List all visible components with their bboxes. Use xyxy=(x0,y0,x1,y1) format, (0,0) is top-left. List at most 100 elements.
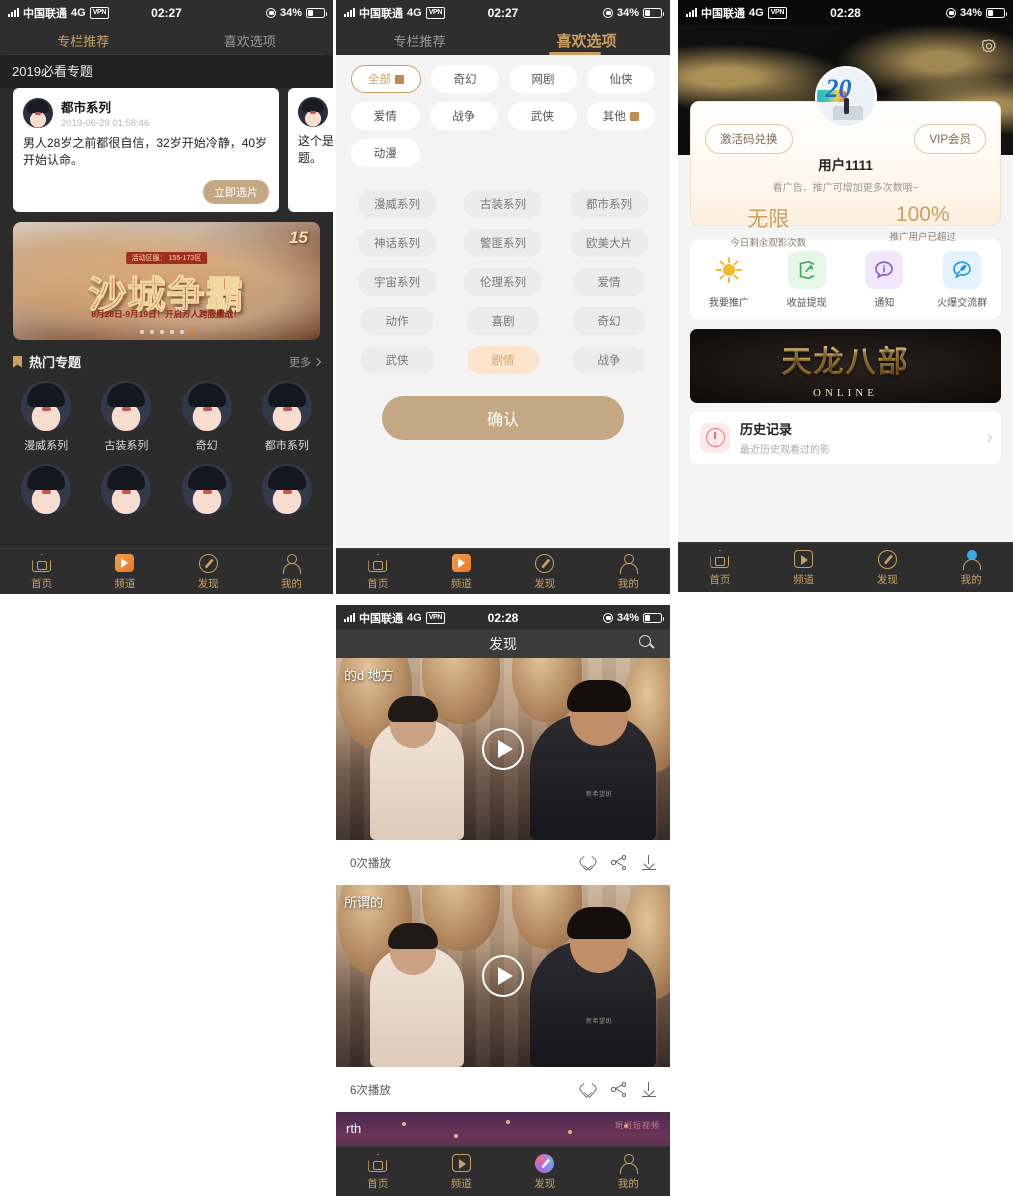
hot-topics-title: 热门专题 xyxy=(29,355,82,370)
tag-item[interactable]: 奇幻 xyxy=(573,307,645,335)
tag-item[interactable]: 宇宙系列 xyxy=(358,268,436,296)
carrier-label: 中国联通 xyxy=(701,7,745,20)
tabbar-item-home[interactable]: 首页 xyxy=(678,548,762,587)
play-button[interactable] xyxy=(482,955,524,997)
topic-card-next[interactable]: 这个是专题。 xyxy=(288,88,333,212)
topic-card[interactable]: 都市系列 2019-06-29 01:58:46 男人28岁之前都很自信，32岁… xyxy=(13,88,279,212)
tabbar-item-discover[interactable]: 发现 xyxy=(503,552,587,591)
tabbar-item-home[interactable]: 首页 xyxy=(336,1152,420,1191)
quick-action-notifications[interactable]: 通知 xyxy=(846,251,924,309)
profile-icon xyxy=(250,552,333,574)
tabbar-item-channel[interactable]: 频道 xyxy=(83,552,166,591)
battery-percent: 34% xyxy=(959,6,982,19)
heart-icon[interactable] xyxy=(580,1083,595,1097)
download-icon[interactable] xyxy=(642,855,656,870)
tabbar-item-discover[interactable]: 发现 xyxy=(167,552,250,591)
chip-label: 奇幻 xyxy=(453,74,477,86)
tabbar-item-discover[interactable]: 发现 xyxy=(846,548,930,587)
tabbar-item-home[interactable]: 首页 xyxy=(0,552,83,591)
play-button[interactable] xyxy=(482,728,524,770)
topic-card-carousel[interactable]: 都市系列 2019-06-29 01:58:46 男人28岁之前都很自信，32岁… xyxy=(0,88,333,212)
tag-item[interactable]: 漫威系列 xyxy=(358,190,436,218)
video-thumbnail[interactable]: 新希望斑 的d 地方 xyxy=(336,658,670,840)
chip-label: 网剧 xyxy=(531,74,555,86)
tabbar-item-discover[interactable]: 发现 xyxy=(503,1152,587,1191)
chip-romance[interactable]: 爱情 xyxy=(351,102,420,130)
tab-favorite-options[interactable]: 喜欢选项 xyxy=(503,30,670,51)
swatch-icon xyxy=(395,74,404,84)
tabbar-item-profile[interactable]: 我的 xyxy=(250,552,333,591)
tab-column-recommend[interactable]: 专栏推荐 xyxy=(0,31,167,50)
grid-item[interactable] xyxy=(167,464,247,519)
search-icon[interactable] xyxy=(639,635,656,652)
tag-item[interactable]: 爱情 xyxy=(573,268,645,296)
tabbar-item-channel[interactable]: 频道 xyxy=(762,548,846,587)
tag-item[interactable]: 神话系列 xyxy=(358,229,436,257)
chip-anime[interactable]: 动漫 xyxy=(351,139,420,167)
tabbar-item-channel[interactable]: 频道 xyxy=(420,552,504,591)
tag-item[interactable]: 战争 xyxy=(573,346,645,374)
download-icon[interactable] xyxy=(642,1082,656,1097)
tabbar-item-channel[interactable]: 频道 xyxy=(420,1152,504,1191)
quick-action-withdraw[interactable]: 收益提现 xyxy=(768,251,846,309)
game-banner[interactable]: 天龙八部 ONLINE xyxy=(690,329,1001,403)
quick-action-promote[interactable]: 我要推广 xyxy=(690,251,768,309)
game-banner-sub: ONLINE xyxy=(813,387,878,399)
video-thumbnail[interactable]: 新希望斑 所谓的 xyxy=(336,885,670,1067)
hot-topics-more[interactable]: 更多 xyxy=(289,354,322,370)
hot-topics-header: 热门专题 更多 xyxy=(0,340,333,377)
tabbar-item-home[interactable]: 首页 xyxy=(336,552,420,591)
tag-item[interactable]: 欧美大片 xyxy=(570,229,648,257)
promo-banner[interactable]: 15 活动区服： 155-173区 沙城争霸 8月28日-9月19日！开启万人跨… xyxy=(13,222,320,340)
stat-remaining-views: 无限 今日剩余观影次数 xyxy=(691,203,846,249)
quick-action-group[interactable]: 火爆交流群 xyxy=(923,251,1001,309)
history-row[interactable]: 历史记录 最近历史观看过的影 xyxy=(690,411,1001,464)
tabbar-item-profile[interactable]: 我的 xyxy=(587,552,671,591)
activation-code-button[interactable]: 激活码兑换 xyxy=(705,124,793,154)
grid-item[interactable]: 漫威系列 xyxy=(6,381,86,454)
grid-item[interactable]: 都市系列 xyxy=(247,381,327,454)
gear-icon[interactable] xyxy=(979,37,999,57)
tag-item[interactable]: 都市系列 xyxy=(570,190,648,218)
chip-wuxia[interactable]: 武侠 xyxy=(508,102,577,130)
banner-ticker: 活动区服： 155-173区 xyxy=(125,252,208,264)
card-body: 这个是专题。 xyxy=(298,134,333,165)
select-film-button[interactable]: 立即选片 xyxy=(203,180,269,204)
chip-webdrama[interactable]: 网剧 xyxy=(509,65,577,93)
chip-all[interactable]: 全部 xyxy=(351,65,421,93)
tag-item[interactable]: 喜剧 xyxy=(467,307,539,335)
chip-fantasy[interactable]: 奇幻 xyxy=(431,65,499,93)
heart-icon[interactable] xyxy=(580,856,595,870)
vip-button[interactable]: VIP会员 xyxy=(914,124,986,154)
tab-column-recommend[interactable]: 专栏推荐 xyxy=(336,31,503,50)
tag-item-selected[interactable]: 剧情 xyxy=(467,346,539,374)
profile-icon xyxy=(587,1152,671,1174)
chip-row: 爱情 战争 武侠 其他 xyxy=(336,102,670,130)
share-icon[interactable] xyxy=(611,1082,626,1097)
avatar xyxy=(298,97,328,127)
avatar xyxy=(101,464,152,514)
tag-item[interactable]: 动作 xyxy=(361,307,433,335)
chip-other[interactable]: 其他 xyxy=(586,102,655,130)
tabbar-label: 首页 xyxy=(367,1178,389,1190)
tab-favorite-options[interactable]: 喜欢选项 xyxy=(167,31,334,50)
tabbar-item-profile[interactable]: 我的 xyxy=(929,548,1013,587)
grid-item[interactable] xyxy=(6,464,86,519)
grid-item[interactable] xyxy=(86,464,166,519)
chip-war[interactable]: 战争 xyxy=(429,102,498,130)
tag-item[interactable]: 古装系列 xyxy=(464,190,542,218)
battery-icon xyxy=(986,7,1007,18)
tag-item[interactable]: 伦理系列 xyxy=(464,268,542,296)
chip-xianxia[interactable]: 仙侠 xyxy=(587,65,655,93)
channel-icon xyxy=(83,552,166,574)
grid-item[interactable] xyxy=(247,464,327,519)
confirm-button[interactable]: 确认 xyxy=(382,396,624,440)
tag-item[interactable]: 警匪系列 xyxy=(464,229,542,257)
tabbar-item-profile[interactable]: 我的 xyxy=(587,1152,671,1191)
banner-dots[interactable] xyxy=(139,330,194,334)
tag-item[interactable]: 武侠 xyxy=(361,346,433,374)
grid-item[interactable]: 古装系列 xyxy=(86,381,166,454)
bottom-tabbar: 首页 频道 发现 我的 xyxy=(0,548,333,594)
share-icon[interactable] xyxy=(611,855,626,870)
grid-item[interactable]: 奇幻 xyxy=(167,381,247,454)
